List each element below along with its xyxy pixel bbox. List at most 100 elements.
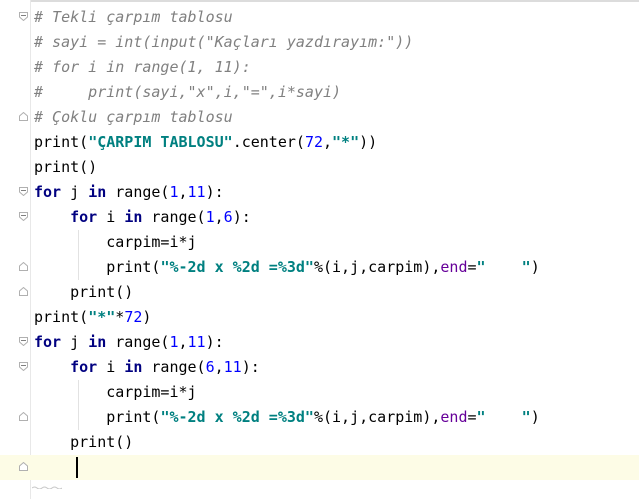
keyword-token: in: [88, 183, 107, 201]
number-token: 1: [169, 333, 179, 351]
fold-end-icon[interactable]: [19, 287, 28, 296]
number-token: 1: [169, 183, 179, 201]
code-token: range(: [142, 208, 206, 226]
kwarg-token: end: [440, 258, 468, 276]
comment-token: # print(sayi,"x",i,"=",i*sayi): [34, 83, 342, 101]
code-token: ,: [178, 333, 188, 351]
code-token: ,: [323, 133, 333, 151]
comment-token: # Tekli çarpım tablosu: [34, 8, 233, 26]
keyword-token: for: [70, 208, 98, 226]
code-line-17[interactable]: print("%-2d x %2d =%3d"%(i,j,carpim),end…: [34, 405, 540, 430]
fold-end-icon[interactable]: [19, 262, 28, 271]
fold-collapse-icon[interactable]: [19, 187, 28, 196]
keyword-token: in: [124, 358, 143, 376]
code-token: range(: [142, 358, 206, 376]
code-token: print(): [34, 158, 98, 176]
keyword-token: for: [34, 183, 62, 201]
code-token: print(): [34, 433, 134, 451]
code-token: ):: [232, 208, 251, 226]
code-token: j: [61, 333, 89, 351]
code-line-8[interactable]: for j in range(1,11):: [34, 180, 224, 205]
code-token: range(: [106, 183, 170, 201]
number-token: 11: [187, 183, 206, 201]
code-line-1[interactable]: # Tekli çarpım tablosu: [34, 5, 233, 30]
code-token: print(: [34, 308, 89, 326]
string-token: "ÇARPIM TABLOSU": [88, 133, 233, 151]
fold-collapse-icon[interactable]: [19, 12, 28, 21]
code-token: carpim=i*j: [34, 383, 197, 401]
number-token: 1: [205, 208, 215, 226]
indent-token: [34, 358, 70, 376]
fold-collapse-icon[interactable]: [19, 212, 28, 221]
keyword-token: for: [34, 333, 62, 351]
code-token: carpim=i*j: [34, 233, 197, 251]
code-token: ):: [205, 333, 224, 351]
code-line-5[interactable]: # Çoklu çarpım tablosu: [34, 105, 233, 130]
code-line-9[interactable]: for i in range(1,6):: [34, 205, 251, 230]
gutter-separator: [30, 0, 31, 499]
code-token: ):: [205, 183, 224, 201]
number-token: 72: [304, 133, 323, 151]
number-token: 11: [187, 333, 206, 351]
fold-collapse-icon[interactable]: [19, 337, 28, 346]
code-line-15[interactable]: for i in range(6,11):: [34, 355, 260, 380]
code-line-13[interactable]: print("*"*72): [34, 305, 151, 330]
code-token: )): [359, 133, 378, 151]
code-line-2[interactable]: # sayi = int(input("Kaçları yazdırayım:"…: [34, 30, 413, 55]
code-line-7[interactable]: print(): [34, 155, 97, 180]
code-token: ): [142, 308, 152, 326]
fold-end-icon[interactable]: [19, 412, 28, 421]
fold-collapse-icon[interactable]: [19, 362, 28, 371]
text-caret: [76, 457, 78, 478]
number-token: 6: [205, 358, 215, 376]
code-token: ,: [178, 183, 188, 201]
code-token: ,: [214, 208, 224, 226]
editor-top-border: [0, 0, 639, 2]
indent-token: [34, 208, 70, 226]
code-token: print(: [34, 133, 89, 151]
keyword-token: for: [70, 358, 98, 376]
code-line-14[interactable]: for j in range(1,11):: [34, 330, 224, 355]
code-token: ):: [241, 358, 260, 376]
comment-token: # for i in range(1, 11):: [34, 58, 251, 76]
code-token: print(): [34, 283, 134, 301]
fold-end-icon[interactable]: [19, 112, 28, 121]
comment-token: # Çoklu çarpım tablosu: [34, 108, 233, 126]
code-token: i: [97, 358, 125, 376]
editor-gutter: [0, 0, 30, 499]
code-token: ): [530, 408, 540, 426]
code-token: i: [97, 208, 125, 226]
number-token: 72: [124, 308, 143, 326]
string-token: " ": [476, 258, 531, 276]
code-token: ): [530, 258, 540, 276]
string-token: "%-2d x %2d =%3d": [160, 258, 314, 276]
code-token: print(: [34, 258, 161, 276]
code-line-3[interactable]: # for i in range(1, 11):: [34, 55, 251, 80]
number-token: 6: [223, 208, 233, 226]
code-line-18[interactable]: print(): [34, 430, 133, 455]
string-token: "*": [88, 308, 116, 326]
code-line-16[interactable]: carpim=i*j: [34, 380, 197, 405]
number-token: 11: [223, 358, 242, 376]
code-editor[interactable]: # Tekli çarpım tablosu # sayi = int(inpu…: [0, 0, 639, 499]
fold-end-icon[interactable]: [19, 462, 28, 471]
code-token: j: [61, 183, 89, 201]
kwarg-token: end: [440, 408, 468, 426]
code-token: =: [467, 408, 477, 426]
string-token: "*": [332, 133, 360, 151]
string-token: "%-2d x %2d =%3d": [160, 408, 314, 426]
code-token: range(: [106, 333, 170, 351]
code-token: *: [115, 308, 125, 326]
code-line-4[interactable]: # print(sayi,"x",i,"=",i*sayi): [34, 80, 341, 105]
code-line-12[interactable]: print(): [34, 280, 133, 305]
code-line-10[interactable]: carpim=i*j: [34, 230, 197, 255]
code-line-6[interactable]: print("ÇARPIM TABLOSU".center(72,"*")): [34, 130, 377, 155]
code-token: print(: [34, 408, 161, 426]
code-token: %(i,j,carpim),: [313, 408, 441, 426]
keyword-token: in: [88, 333, 107, 351]
code-token: =: [467, 258, 477, 276]
code-line-11[interactable]: print("%-2d x %2d =%3d"%(i,j,carpim),end…: [34, 255, 540, 280]
code-token: ,: [214, 358, 224, 376]
spellcheck-squiggle: [32, 486, 62, 489]
current-line-highlight: [0, 455, 639, 480]
